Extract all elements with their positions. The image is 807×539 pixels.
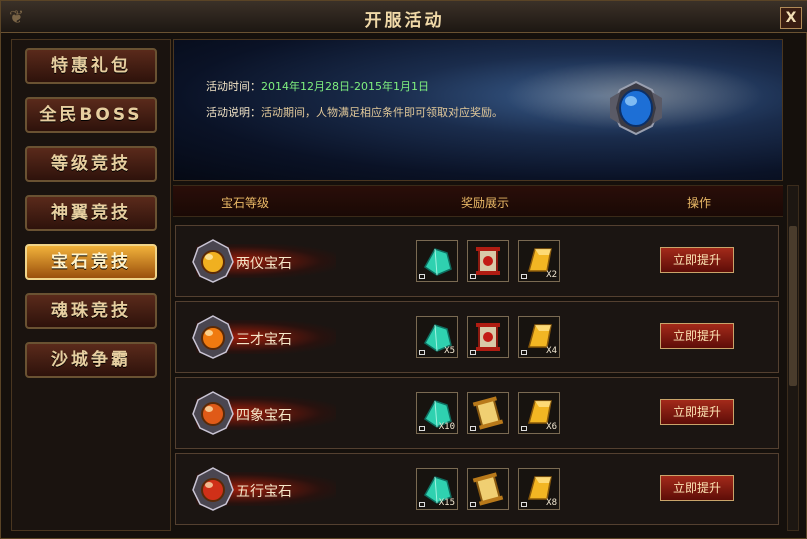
reward-quantity: X10 bbox=[438, 422, 455, 432]
gem-icon bbox=[190, 314, 236, 360]
table-row: 五行宝石 X15 X8 立即提升 bbox=[175, 453, 779, 525]
blue-gem-emblem-icon bbox=[610, 80, 662, 136]
sidebar: 特惠礼包 全民BOSS 等级竞技 神翼竞技 宝石竞技 魂珠竞技 沙城争霸 bbox=[11, 39, 171, 531]
reward-quantity: X5 bbox=[444, 346, 455, 356]
reward-slot[interactable]: X2 bbox=[518, 240, 560, 282]
lock-icon bbox=[521, 350, 527, 355]
reward-slot[interactable] bbox=[467, 392, 509, 434]
reward-slot[interactable]: X5 bbox=[416, 316, 458, 358]
lock-icon bbox=[521, 426, 527, 431]
reward-quantity: X4 bbox=[546, 346, 557, 356]
sidebar-item-world-boss[interactable]: 全民BOSS bbox=[25, 97, 157, 133]
main-panel: 活动时间：2014年12月28日-2015年1月1日 活动说明：活动期间，人物满… bbox=[173, 39, 801, 531]
reward-quantity: X15 bbox=[438, 498, 455, 508]
reward-slot[interactable]: X4 bbox=[518, 316, 560, 358]
reward-quantity: X8 bbox=[546, 498, 557, 508]
reward-quantity: X2 bbox=[546, 270, 557, 280]
gem-name: 五行宝石 bbox=[236, 484, 292, 500]
gem-icon bbox=[190, 238, 236, 284]
sidebar-item-level-contest[interactable]: 等级竞技 bbox=[25, 146, 157, 182]
reward-slot[interactable]: X6 bbox=[518, 392, 560, 434]
header-gem-level: 宝石等级 bbox=[221, 196, 270, 210]
table-row: 四象宝石 X10 X6 立即提升 bbox=[175, 377, 779, 449]
reward-list: 两仪宝石 X2 立即提升 三才宝石 X5 X4 立即提升 四象宝石 X10 X6 立即提升 五行… bbox=[173, 221, 783, 531]
lock-icon bbox=[470, 350, 476, 355]
upgrade-now-button[interactable]: 立即提升 bbox=[660, 323, 734, 349]
desc-value: 活动期间，人物满足相应条件即可领取对应奖励。 bbox=[261, 106, 503, 119]
time-value: 2014年12月28日-2015年1月1日 bbox=[261, 80, 429, 93]
header-action: 操作 bbox=[687, 196, 712, 210]
scrollbar[interactable] bbox=[787, 185, 799, 531]
reward-slot[interactable] bbox=[467, 240, 509, 282]
gem-name: 两仪宝石 bbox=[236, 256, 292, 272]
gem-name: 四象宝石 bbox=[236, 408, 292, 424]
lock-icon bbox=[521, 274, 527, 279]
lock-icon bbox=[470, 502, 476, 507]
scrollbar-thumb[interactable] bbox=[789, 226, 797, 386]
lock-icon bbox=[521, 502, 527, 507]
lock-icon bbox=[470, 426, 476, 431]
close-button[interactable]: X bbox=[780, 7, 802, 29]
lock-icon bbox=[419, 502, 425, 507]
lock-icon bbox=[419, 350, 425, 355]
table-row: 三才宝石 X5 X4 立即提升 bbox=[175, 301, 779, 373]
reward-quantity: X6 bbox=[546, 422, 557, 432]
sidebar-item-wing-contest[interactable]: 神翼竞技 bbox=[25, 195, 157, 231]
activity-description: 活动说明：活动期间，人物满足相应条件即可领取对应奖励。 bbox=[206, 104, 503, 120]
reward-slot[interactable] bbox=[467, 316, 509, 358]
reward-slot[interactable] bbox=[416, 240, 458, 282]
gem-name: 三才宝石 bbox=[236, 332, 292, 348]
upgrade-now-button[interactable]: 立即提升 bbox=[660, 399, 734, 425]
reward-slot[interactable]: X8 bbox=[518, 468, 560, 510]
activity-window: ❦ 开服活动 X 特惠礼包 全民BOSS 等级竞技 神翼竞技 宝石竞技 魂珠竞技… bbox=[0, 0, 807, 539]
title-bar[interactable]: ❦ 开服活动 X bbox=[1, 1, 807, 33]
activity-time: 活动时间：2014年12月28日-2015年1月1日 bbox=[206, 78, 429, 94]
header-rewards: 奖励展示 bbox=[461, 196, 510, 210]
upgrade-now-button[interactable]: 立即提升 bbox=[660, 247, 734, 273]
table-header: 宝石等级 奖励展示 操作 bbox=[173, 185, 783, 217]
sidebar-item-castle-war[interactable]: 沙城争霸 bbox=[25, 342, 157, 378]
sidebar-item-gem-contest[interactable]: 宝石竞技 bbox=[25, 244, 157, 280]
upgrade-now-button[interactable]: 立即提升 bbox=[660, 475, 734, 501]
reward-slot[interactable]: X10 bbox=[416, 392, 458, 434]
lock-icon bbox=[419, 274, 425, 279]
gem-icon bbox=[190, 390, 236, 436]
activity-banner: 活动时间：2014年12月28日-2015年1月1日 活动说明：活动期间，人物满… bbox=[173, 39, 783, 181]
reward-slot[interactable] bbox=[467, 468, 509, 510]
gem-icon bbox=[190, 466, 236, 512]
sidebar-item-soul-contest[interactable]: 魂珠竞技 bbox=[25, 293, 157, 329]
sidebar-item-special-gift[interactable]: 特惠礼包 bbox=[25, 48, 157, 84]
window-title: 开服活动 bbox=[364, 11, 445, 31]
lock-icon bbox=[470, 274, 476, 279]
lock-icon bbox=[419, 426, 425, 431]
reward-slot[interactable]: X15 bbox=[416, 468, 458, 510]
time-label: 活动时间： bbox=[206, 80, 261, 93]
table-row: 两仪宝石 X2 立即提升 bbox=[175, 225, 779, 297]
desc-label: 活动说明： bbox=[206, 106, 261, 119]
